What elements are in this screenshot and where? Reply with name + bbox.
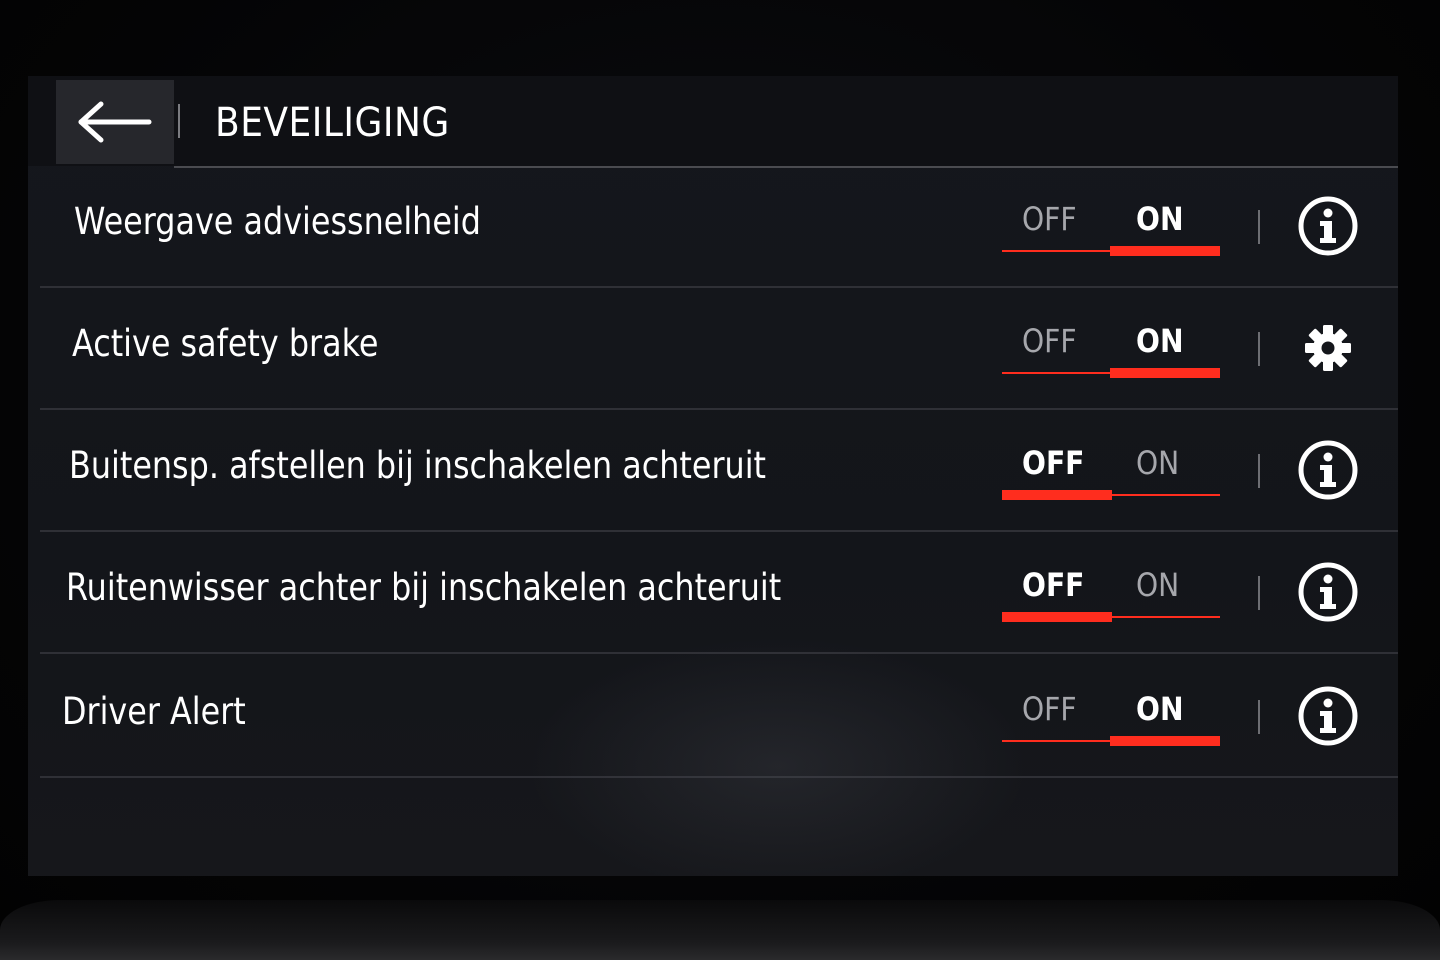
toggle-off-option[interactable]: OFF [1022, 690, 1077, 728]
setting-row-weergave-adviessnelheid: Weergave adviessnelheid OFF ON [28, 168, 1398, 288]
toggle-active-indicator [1110, 246, 1220, 256]
info-icon [1298, 440, 1358, 500]
row-divider [40, 286, 1398, 288]
toggle-off-option[interactable]: OFF [1022, 200, 1077, 238]
setting-label: Driver Alert [62, 690, 246, 733]
setting-label: Active safety brake [72, 322, 379, 365]
toggle-on-option[interactable]: ON [1136, 566, 1179, 604]
icon-separator [1258, 576, 1260, 610]
toggle-off-option[interactable]: OFF [1022, 566, 1084, 604]
infotainment-screen: BEVEILIGING Weergave adviessnelheid OFF … [28, 76, 1398, 876]
info-button[interactable] [1296, 560, 1360, 624]
empty-list-area [28, 782, 1398, 876]
row-divider [40, 530, 1398, 532]
toggle-active-indicator [1110, 736, 1220, 746]
back-arrow-icon [78, 101, 152, 143]
row-divider [40, 776, 1398, 778]
icon-separator [1258, 210, 1260, 244]
toggle-buitenspiegel[interactable]: OFF ON [1002, 434, 1220, 504]
setting-label: Ruitenwisser achter bij inschakelen acht… [66, 566, 782, 609]
header-separator [178, 104, 180, 138]
setting-label: Buitensp. afstellen bij inschakelen acht… [69, 444, 767, 487]
page-title: BEVEILIGING [215, 100, 450, 146]
icon-separator [1258, 454, 1260, 488]
toggle-on-option[interactable]: ON [1136, 322, 1184, 360]
info-button[interactable] [1296, 438, 1360, 502]
toggle-ruitenwisser-achter[interactable]: OFF ON [1002, 556, 1220, 626]
toggle-active-indicator [1002, 612, 1112, 622]
info-button[interactable] [1296, 684, 1360, 748]
toggle-weergave-adviessnelheid[interactable]: OFF ON [1002, 190, 1220, 260]
toggle-off-option[interactable]: OFF [1022, 444, 1084, 482]
info-button[interactable] [1296, 194, 1360, 258]
row-divider [40, 408, 1398, 410]
info-icon [1298, 196, 1358, 256]
toggle-on-option[interactable]: ON [1136, 444, 1179, 482]
icon-separator [1258, 700, 1260, 734]
setting-label: Weergave adviessnelheid [74, 200, 481, 243]
setting-row-driver-alert: Driver Alert OFF ON [28, 658, 1398, 778]
toggle-active-indicator [1110, 368, 1220, 378]
setting-row-ruitenwisser-achter: Ruitenwisser achter bij inschakelen acht… [28, 534, 1398, 654]
back-button[interactable] [56, 80, 174, 164]
info-icon [1298, 686, 1358, 746]
toggle-off-option[interactable]: OFF [1022, 322, 1077, 360]
toggle-active-indicator [1002, 490, 1112, 500]
toggle-active-safety-brake[interactable]: OFF ON [1002, 312, 1220, 382]
gear-icon [1305, 325, 1351, 371]
toggle-on-option[interactable]: ON [1136, 690, 1184, 728]
setting-row-active-safety-brake: Active safety brake OFF ON [28, 290, 1398, 410]
row-divider [40, 652, 1398, 654]
toggle-on-option[interactable]: ON [1136, 200, 1184, 238]
header-bar: BEVEILIGING [28, 76, 1398, 166]
icon-separator [1258, 332, 1260, 366]
bezel-bottom-edge [0, 900, 1440, 960]
info-icon [1298, 562, 1358, 622]
setting-row-buitenspiegel: Buitensp. afstellen bij inschakelen acht… [28, 412, 1398, 532]
toggle-driver-alert[interactable]: OFF ON [1002, 680, 1220, 750]
settings-button[interactable] [1296, 316, 1360, 380]
